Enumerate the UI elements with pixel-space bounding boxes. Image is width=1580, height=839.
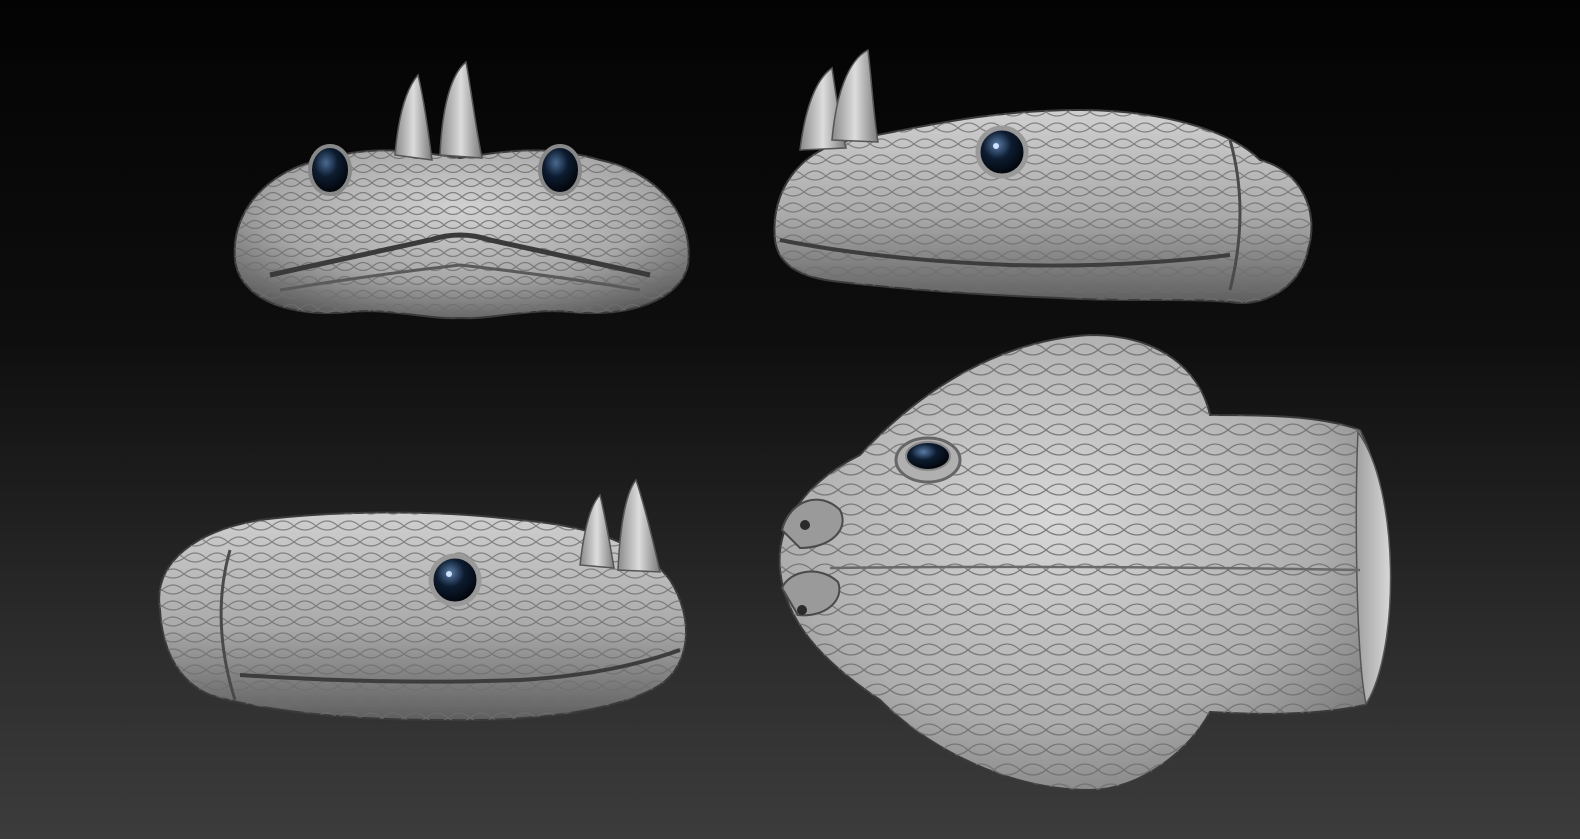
snake-head-right-profile [773,48,1313,305]
snake-head-left-profile [158,478,687,722]
snake-head-top-view [778,333,1392,792]
render-viewport [0,0,1580,839]
snake-head-front-view [233,60,690,320]
